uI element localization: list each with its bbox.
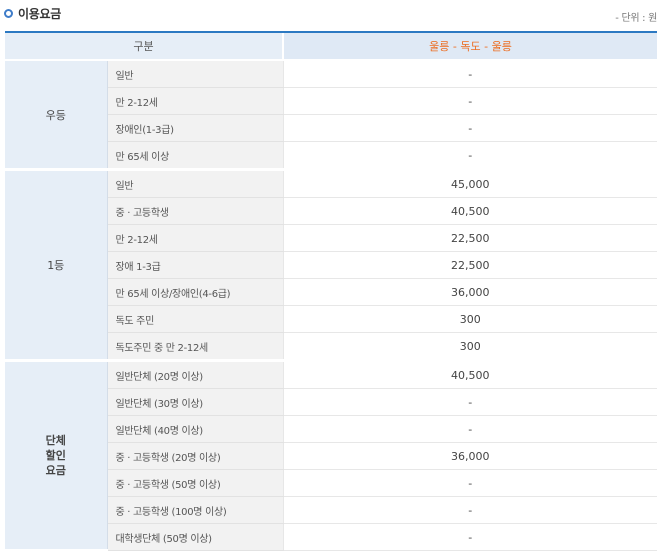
group-first-class: 1등 bbox=[5, 169, 108, 362]
table-header-row: 구분 울릉 - 독도 - 울릉 bbox=[5, 31, 657, 61]
row-price: - bbox=[282, 388, 657, 416]
group-premium: 우등 bbox=[5, 60, 108, 171]
row-label: 만 65세 이상/장애인(4-6급) bbox=[107, 278, 283, 306]
row-price: - bbox=[282, 415, 657, 443]
circle-bullet-icon bbox=[4, 8, 13, 18]
header-category: 구분 bbox=[5, 31, 283, 61]
group-name-line: 할인 bbox=[45, 449, 66, 462]
table-row: 단체 할인 요금 일반단체 (20명 이상) 40,500 bbox=[5, 360, 657, 552]
row-price: 45,000 bbox=[282, 169, 657, 198]
row-price: 22,500 bbox=[282, 224, 657, 252]
row-price: - bbox=[282, 87, 657, 115]
row-price: - bbox=[282, 523, 657, 551]
row-label: 만 65세 이상 bbox=[107, 141, 283, 171]
row-price: 22,500 bbox=[282, 251, 657, 279]
row-price: 300 bbox=[282, 332, 657, 362]
table-row: 1등 일반 45,000 bbox=[5, 169, 657, 362]
row-label: 중 · 고등학생 (50명 이상) bbox=[107, 469, 283, 497]
section-heading: 이용요금 bbox=[4, 5, 61, 21]
row-label: 일반 bbox=[107, 169, 283, 198]
row-label: 독도 주민 bbox=[107, 305, 283, 333]
row-price: 36,000 bbox=[282, 278, 657, 306]
row-label: 장애 1-3급 bbox=[107, 251, 283, 279]
row-label: 중 · 고등학생 bbox=[107, 197, 283, 225]
row-price: 40,500 bbox=[282, 360, 657, 389]
row-price: - bbox=[282, 141, 657, 171]
group-name-line: 요금 bbox=[45, 464, 66, 477]
row-price: - bbox=[282, 469, 657, 497]
row-label: 장애인(1-3급) bbox=[107, 114, 283, 142]
section-title: 이용요금 bbox=[18, 6, 61, 21]
row-label: 독도주민 중 만 2-12세 bbox=[107, 332, 283, 362]
row-label: 만 2-12세 bbox=[107, 87, 283, 115]
group-discount: 단체 할인 요금 bbox=[5, 360, 108, 552]
group-name-line: 단체 bbox=[45, 434, 66, 447]
row-label: 만 2-12세 bbox=[107, 224, 283, 252]
row-price: 300 bbox=[282, 305, 657, 333]
row-label: 일반 bbox=[107, 60, 283, 88]
row-price: 36,000 bbox=[282, 442, 657, 470]
row-label: 일반단체 (20명 이상) bbox=[107, 360, 283, 389]
row-label: 대학생단체 (50명 이상) bbox=[107, 523, 283, 551]
row-price: - bbox=[282, 496, 657, 524]
row-label: 중 · 고등학생 (20명 이상) bbox=[107, 442, 283, 470]
row-label: 일반단체 (40명 이상) bbox=[107, 415, 283, 443]
table-row: 우등 일반 - bbox=[5, 60, 657, 171]
header-route: 울릉 - 독도 - 울릉 bbox=[282, 31, 657, 61]
row-price: - bbox=[282, 114, 657, 142]
row-label: 중 · 고등학생 (100명 이상) bbox=[107, 496, 283, 524]
row-label: 일반단체 (30명 이상) bbox=[107, 388, 283, 416]
row-price: - bbox=[282, 60, 657, 88]
fare-table: 구분 울릉 - 독도 - 울릉 우등 일반 - 만 2-12세 - 장애인(1-… bbox=[5, 31, 657, 552]
unit-note: - 단위 : 원 bbox=[615, 13, 657, 24]
row-price: 40,500 bbox=[282, 197, 657, 225]
